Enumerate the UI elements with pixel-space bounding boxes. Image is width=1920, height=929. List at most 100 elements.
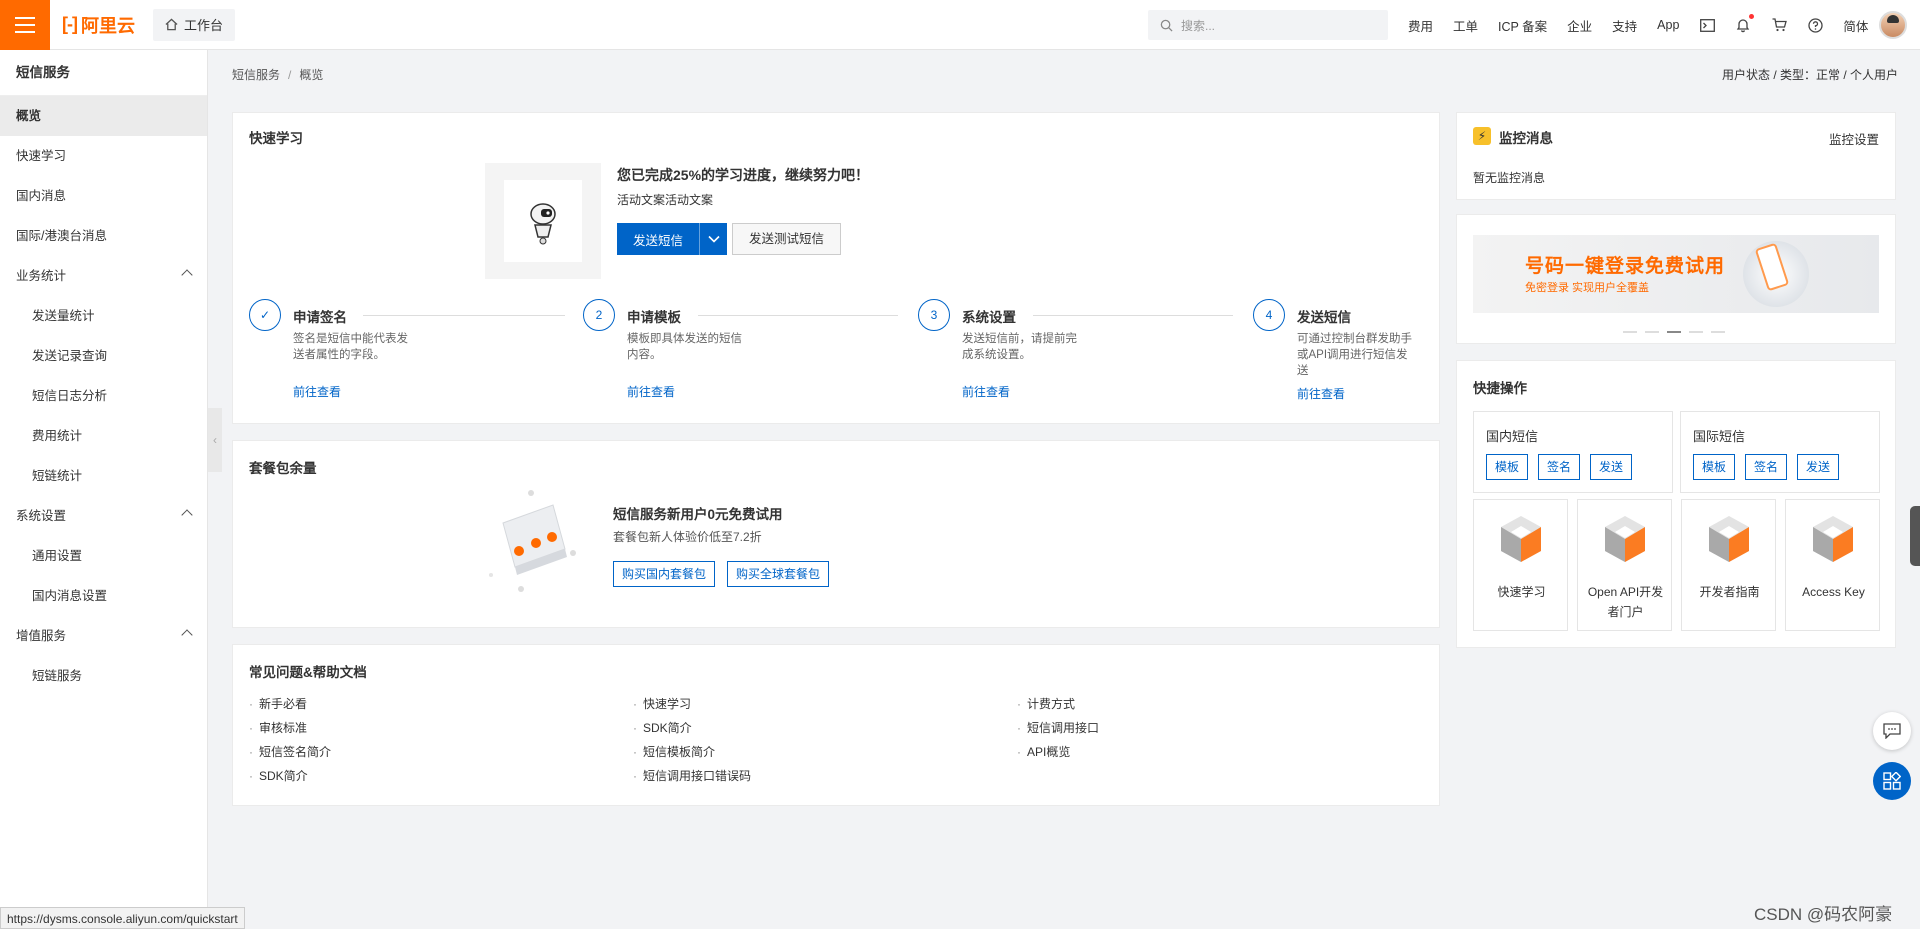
breadcrumb-root[interactable]: 短信服务 <box>232 68 280 82</box>
sidebar-item[interactable]: 短链服务 <box>0 656 207 696</box>
sidebar-item[interactable]: 短链统计 <box>0 456 207 496</box>
search-input[interactable]: 搜索... <box>1148 10 1388 40</box>
sidebar-item[interactable]: 概览 <box>0 96 207 136</box>
send-sms-button[interactable]: 发送短信 <box>617 230 699 249</box>
faq-link[interactable]: 短信签名简介 <box>249 743 633 761</box>
link-support[interactable]: 支持 <box>1612 16 1637 35</box>
international-sms-box: 国际短信 模板 签名 发送 <box>1680 411 1880 493</box>
sidebar-item[interactable]: 费用统计 <box>0 416 207 456</box>
link-icp[interactable]: ICP 备案 <box>1498 16 1547 35</box>
cart-icon[interactable] <box>1771 17 1787 33</box>
step-link[interactable]: 前往查看 <box>627 383 675 400</box>
bell-icon[interactable] <box>1735 14 1755 33</box>
carousel-dot[interactable] <box>1645 331 1659 333</box>
buy-domestic-package-button[interactable]: 购买国内套餐包 <box>613 561 716 587</box>
link-ticket[interactable]: 工单 <box>1453 16 1478 35</box>
sidebar-group[interactable]: 业务统计 <box>0 256 207 296</box>
faq-link[interactable]: API概览 <box>1017 743 1401 761</box>
status-url: https://dysms.console.aliyun.com/quickst… <box>0 907 245 929</box>
step-check-icon: ✓ <box>249 299 281 331</box>
step-title: 申请签名 <box>293 310 347 325</box>
sidebar-item[interactable]: 快速学习 <box>0 136 207 176</box>
tile-label: Open API开发者门户 <box>1587 585 1664 619</box>
search-icon <box>1160 19 1173 32</box>
terminal-icon[interactable] <box>1699 17 1715 33</box>
tile-label: 开发者指南 <box>1699 585 1760 599</box>
step-connector <box>363 315 565 316</box>
sidebar-item-label: 短信日志分析 <box>32 389 108 403</box>
sidebar: 短信服务 概览 快速学习 国内消息 国际/港澳台消息 业务统计 发送量统计 发送记录查询 短信… <box>0 50 208 929</box>
intl-send-button[interactable]: 发送 <box>1797 454 1840 480</box>
side-drawer-handle[interactable] <box>1910 506 1920 566</box>
link-app[interactable]: App <box>1657 18 1679 32</box>
sidebar-group[interactable]: 系统设置 <box>0 496 207 536</box>
intl-template-button[interactable]: 模板 <box>1693 454 1736 480</box>
help-icon[interactable] <box>1807 17 1823 33</box>
tile-open-api-portal[interactable]: Open API开发者门户 <box>1577 499 1672 631</box>
faq-link[interactable]: 新手必看 <box>249 695 633 713</box>
domestic-send-button[interactable]: 发送 <box>1590 454 1633 480</box>
faq-link[interactable]: 审核标准 <box>249 719 633 737</box>
link-billing[interactable]: 费用 <box>1408 16 1433 35</box>
monitor-card: ⚡ 监控消息 监控设置 暂无监控消息 <box>1456 112 1896 200</box>
send-sms-dropdown[interactable] <box>699 223 727 255</box>
chevron-down-icon <box>707 235 720 243</box>
domestic-template-button[interactable]: 模板 <box>1486 454 1529 480</box>
send-test-sms-button[interactable]: 发送测试短信 <box>732 223 842 255</box>
faq-link[interactable]: 快速学习 <box>633 695 1017 713</box>
tile-developer-guide[interactable]: 开发者指南 <box>1681 499 1776 631</box>
step-link[interactable]: 前往查看 <box>962 383 1010 400</box>
language-switch[interactable]: 简体 <box>1843 16 1868 35</box>
sidebar-item[interactable]: 短信日志分析 <box>0 376 207 416</box>
workbench-button[interactable]: 工作台 <box>152 8 235 41</box>
feedback-button[interactable] <box>1873 712 1911 750</box>
package-title: 套餐包余量 <box>249 461 317 476</box>
intl-signature-button[interactable]: 签名 <box>1745 454 1788 480</box>
carousel-dot[interactable] <box>1689 331 1703 333</box>
sidebar-collapse-handle[interactable]: ‹ <box>208 408 222 472</box>
breadcrumb-separator: / <box>288 68 292 82</box>
sidebar-item[interactable]: 发送量统计 <box>0 296 207 336</box>
faq-link[interactable]: 短信调用接口 <box>1017 719 1401 737</box>
sidebar-item[interactable]: 发送记录查询 <box>0 336 207 376</box>
tile-label: Access Key <box>1802 585 1865 599</box>
tile-label: 快速学习 <box>1497 585 1546 599</box>
sidebar-menu: 概览快速学习 国内消息 国际/港澳台消息 业务统计 发送量统计 发送记录查询短信日志分析费… <box>0 96 207 696</box>
sidebar-item-label: 短链统计 <box>32 469 83 483</box>
sidebar-item[interactable]: 国内消息设置 <box>0 576 207 616</box>
sidebar-item[interactable]: 国际/港澳台消息 <box>0 216 207 256</box>
tile-access-key[interactable]: Access Key <box>1785 499 1880 631</box>
aliyun-logo-icon: [-] <box>62 14 78 34</box>
hamburger-menu-button[interactable] <box>0 0 50 50</box>
lightning-icon: ⚡ <box>1473 127 1491 145</box>
domestic-signature-button[interactable]: 签名 <box>1538 454 1581 480</box>
faq-link[interactable]: 短信调用接口错误码 <box>633 767 1017 785</box>
carousel-dot-active[interactable] <box>1667 331 1681 333</box>
quick-ops-title: 快捷操作 <box>1473 381 1527 396</box>
sidebar-group[interactable]: 增值服务 <box>0 616 207 656</box>
tile-quick-learn[interactable]: 快速学习 <box>1473 499 1568 631</box>
faq-link[interactable]: SDK简介 <box>633 719 1017 737</box>
package-illustration <box>489 490 576 592</box>
step-description: 发送短信前，请提前完成系统设置。 <box>962 333 1077 361</box>
step-link[interactable]: 前往查看 <box>1297 385 1345 402</box>
app-grid-button[interactable] <box>1873 762 1911 800</box>
carousel-dot[interactable] <box>1623 331 1637 333</box>
sidebar-item[interactable]: 通用设置 <box>0 536 207 576</box>
step-link[interactable]: 前往查看 <box>293 383 341 400</box>
promo-banner[interactable]: 号码一键登录免费试用 免密登录 实现用户全覆盖 <box>1473 235 1879 313</box>
search-placeholder: 搜索... <box>1181 18 1216 33</box>
carousel-dot[interactable] <box>1711 331 1725 333</box>
faq-link[interactable]: 短信模板简介 <box>633 743 1017 761</box>
faq-link[interactable]: SDK简介 <box>249 767 633 785</box>
quick-ops-card: 快捷操作 国内短信 模板 签名 发送 国际短信 模板 签名 发送 快速学习 Op… <box>1456 360 1896 648</box>
faq-link[interactable]: 计费方式 <box>1017 695 1401 713</box>
monitor-settings-link[interactable]: 监控设置 <box>1829 129 1879 148</box>
robot-icon <box>530 203 556 245</box>
sidebar-item[interactable]: 国内消息 <box>0 176 207 216</box>
sidebar-item-label: 概览 <box>16 109 42 123</box>
buy-global-package-button[interactable]: 购买全球套餐包 <box>727 561 830 587</box>
link-enterprise[interactable]: 企业 <box>1567 16 1592 35</box>
avatar[interactable] <box>1879 11 1907 39</box>
aliyun-logo[interactable]: [-] 阿里云 <box>62 12 135 38</box>
